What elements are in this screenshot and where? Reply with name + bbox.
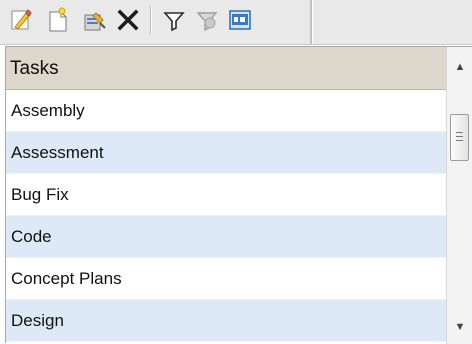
grip-line <box>456 136 463 137</box>
table-row[interactable]: Concept Plans <box>6 258 446 300</box>
edit-icon <box>11 9 32 30</box>
scroll-up-icon: ▲ <box>454 61 466 73</box>
toolbar-end-separator <box>310 0 312 44</box>
scroll-thumb[interactable] <box>450 114 469 161</box>
new-icon <box>49 7 67 32</box>
tasks-grid: Tasks Assembly Assessment Bug Fix Code C… <box>5 46 472 344</box>
toolbar <box>0 0 472 45</box>
clear-filter-button[interactable] <box>192 4 222 36</box>
new-button[interactable] <box>43 4 73 36</box>
column-header-tasks[interactable]: Tasks <box>6 47 446 90</box>
table-row[interactable]: Design <box>6 300 446 342</box>
scroll-down-icon: ▼ <box>454 321 466 333</box>
vertical-scrollbar[interactable]: ▲ ▼ <box>446 47 472 344</box>
delete-button[interactable] <box>113 4 143 36</box>
properties-button[interactable] <box>80 4 110 36</box>
field-chooser-icon <box>229 10 251 30</box>
table-row[interactable]: Code <box>6 216 446 258</box>
table-row[interactable]: Bug Fix <box>6 174 446 216</box>
toolbar-separator <box>150 6 151 34</box>
edit-button[interactable] <box>6 4 36 36</box>
grip-line <box>456 132 463 133</box>
table-row[interactable]: Assessment <box>6 132 446 174</box>
filter-icon <box>163 12 185 32</box>
properties-icon <box>84 12 106 31</box>
scroll-down-button[interactable]: ▼ <box>447 315 472 339</box>
table-row[interactable]: Assembly <box>6 90 446 132</box>
clear-filter-icon <box>196 12 218 32</box>
task-list: Assembly Assessment Bug Fix Code Concept… <box>6 90 446 344</box>
field-chooser-button[interactable] <box>225 4 255 36</box>
delete-icon <box>117 9 139 31</box>
grip-line <box>456 140 463 141</box>
filter-button[interactable] <box>159 4 189 36</box>
scroll-up-button[interactable]: ▲ <box>447 55 472 79</box>
